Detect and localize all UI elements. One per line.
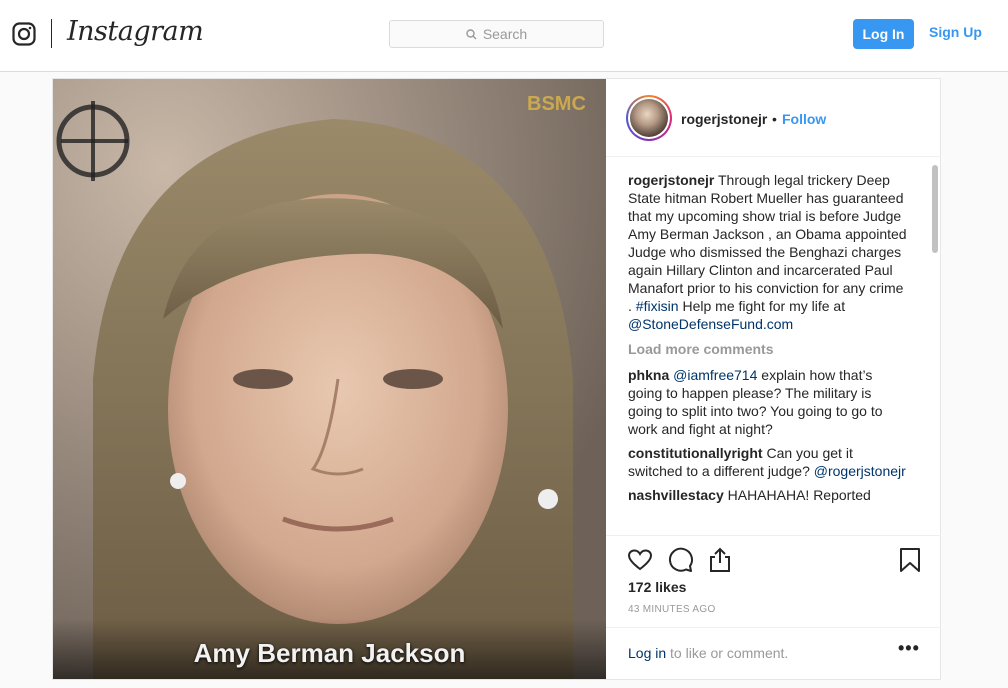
share-icon[interactable] xyxy=(706,546,734,574)
comment-username[interactable]: phkna xyxy=(628,367,669,383)
post-header: rogerjstonejr • Follow xyxy=(606,79,941,157)
likes-count[interactable]: 172 likes xyxy=(628,579,686,595)
comment-icon[interactable] xyxy=(666,546,694,574)
comment-mention[interactable]: @iamfree714 xyxy=(673,367,757,383)
search-placeholder: Search xyxy=(482,26,528,42)
instagram-wordmark[interactable]: Instagram xyxy=(67,16,204,47)
caption-username[interactable]: rogerjstonejr xyxy=(628,172,714,188)
top-navigation-bar: Instagram Search Log In Sign Up xyxy=(0,0,1008,72)
follow-button[interactable]: Follow xyxy=(782,111,826,127)
separator-dot: • xyxy=(772,111,777,127)
comments-list[interactable]: rogerjstonejr Through legal trickery Dee… xyxy=(628,171,908,535)
login-link[interactable]: Log in xyxy=(628,645,666,661)
logo-divider xyxy=(51,19,52,48)
photo-caption: Amy Berman Jackson xyxy=(193,638,466,668)
comment-item: nashvillestacy HAHAHAHA! Reported xyxy=(628,486,908,504)
caption-text: Through legal trickery Deep State hitman… xyxy=(628,172,907,314)
load-more-comments-button[interactable]: Load more comments xyxy=(628,340,908,358)
caption-tail: Help me fight for my life at xyxy=(682,298,846,314)
post-photo-image xyxy=(53,79,606,679)
caption-hashtag[interactable]: #fixisin xyxy=(636,298,679,314)
comments-scrollbar[interactable] xyxy=(930,161,940,539)
comment-item: constitutionallyright Can you get it swi… xyxy=(628,444,908,480)
comment-username[interactable]: constitutionallyright xyxy=(628,445,763,461)
more-options-icon[interactable]: ••• xyxy=(898,638,920,659)
post-photo[interactable]: BSMC Amy Berman Jackson xyxy=(53,79,606,679)
login-prompt: Log in to like or comment. xyxy=(628,645,788,661)
caption-mention[interactable]: @StoneDefenseFund.com xyxy=(628,316,793,332)
comment-item: phkna @iamfree714 explain how that’s goi… xyxy=(628,366,908,438)
avatar[interactable] xyxy=(626,95,672,141)
post-caption: rogerjstonejr Through legal trickery Dee… xyxy=(628,171,908,333)
login-button[interactable]: Log In xyxy=(853,19,914,49)
signup-link[interactable]: Sign Up xyxy=(929,24,982,40)
login-suffix: to like or comment. xyxy=(670,645,789,661)
heart-icon[interactable] xyxy=(626,546,654,574)
comment-text: HAHAHAHA! Reported xyxy=(727,487,871,503)
post-actions xyxy=(606,535,941,583)
search-input[interactable]: Search xyxy=(389,20,604,48)
post-username[interactable]: rogerjstonejr xyxy=(681,111,767,127)
comment-prompt: Log in to like or comment. ••• xyxy=(606,627,941,679)
post-sidebar: rogerjstonejr • Follow rogerjstonejr Thr… xyxy=(606,79,941,679)
bookmark-icon[interactable] xyxy=(896,546,924,574)
search-icon xyxy=(466,28,477,39)
scrollbar-thumb[interactable] xyxy=(932,165,938,253)
instagram-camera-icon[interactable] xyxy=(12,22,36,46)
post-card: BSMC Amy Berman Jackson rogerjstonejr • … xyxy=(52,78,941,680)
comment-mention[interactable]: @rogerjstonejr xyxy=(814,463,906,479)
post-timestamp[interactable]: 43 MINUTES AGO xyxy=(628,604,716,615)
photo-watermark: BSMC xyxy=(527,93,586,115)
comment-username[interactable]: nashvillestacy xyxy=(628,487,724,503)
